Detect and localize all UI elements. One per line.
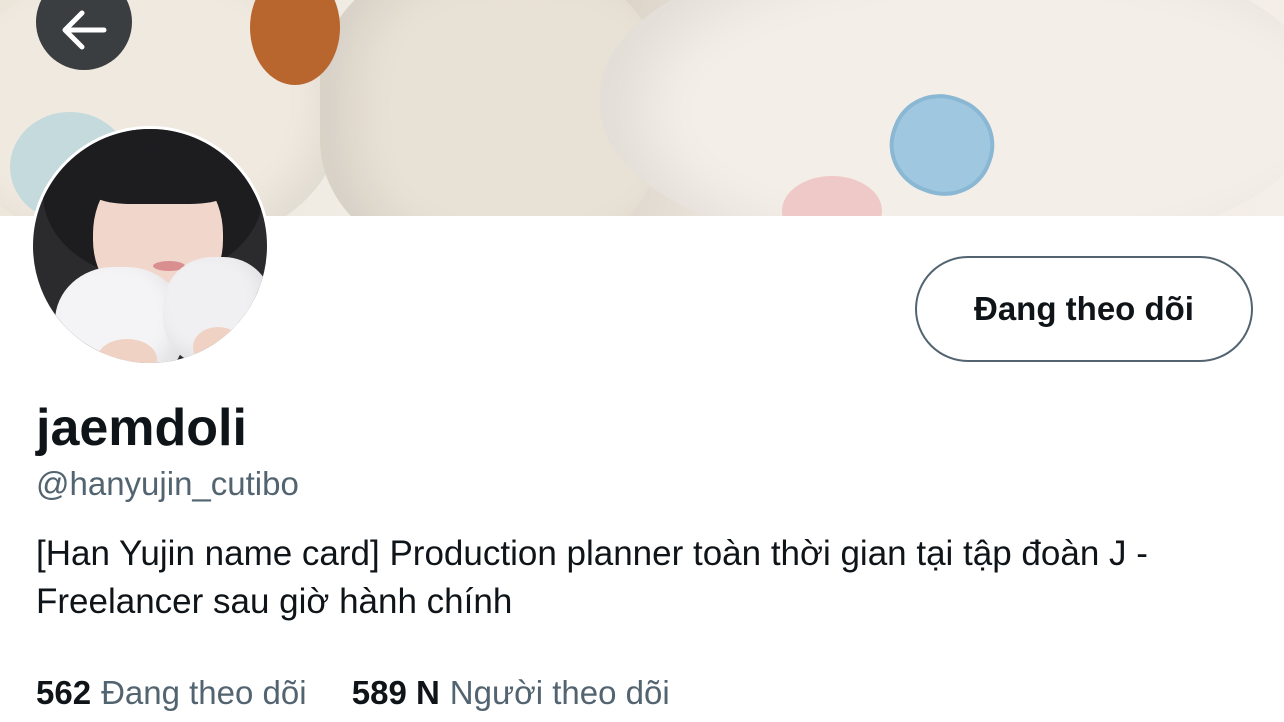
- followers-stat-link[interactable]: 589 N Người theo dõi: [352, 670, 670, 716]
- followers-label: Người theo dõi: [449, 674, 670, 711]
- profile-bio: [Han Yujin name card] Production planner…: [36, 534, 1148, 621]
- following-label: Đang theo dõi: [101, 674, 307, 711]
- avatar[interactable]: [30, 126, 270, 366]
- user-handle: @hanyujin_cutibo: [36, 465, 299, 502]
- arrow-left-icon: [62, 10, 107, 50]
- followers-count: 589 N: [351, 674, 440, 711]
- following-button[interactable]: Đang theo dõi: [915, 256, 1253, 362]
- avatar-hand: [193, 327, 243, 363]
- display-name: jaemdoli: [36, 399, 247, 457]
- following-count: 562: [36, 674, 92, 711]
- profile-stats: 562 Đang theo dõi 589 N Người theo dõi: [36, 670, 706, 716]
- avatar-bangs: [85, 149, 235, 204]
- following-stat-link[interactable]: 562 Đang theo dõi: [36, 670, 307, 716]
